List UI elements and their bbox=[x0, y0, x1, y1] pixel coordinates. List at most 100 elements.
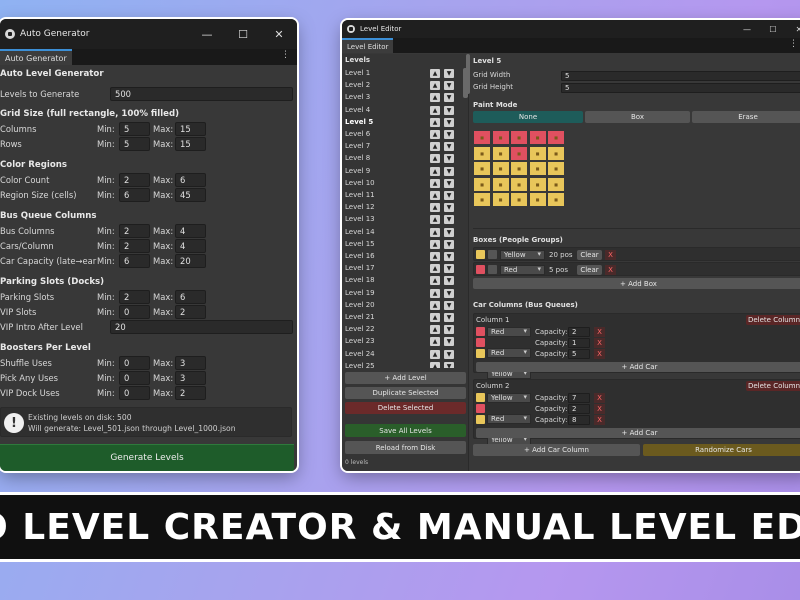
level-list[interactable]: Level 1 ▲ ▼ Level 2 ▲ ▼ Level 3 ▲ ▼ Level 4 ▲ ▼ Leve… bbox=[342, 68, 469, 368]
level-list-item[interactable]: Level 1 ▲ ▼ bbox=[342, 68, 462, 80]
grid-cell[interactable]: ■ bbox=[547, 161, 565, 176]
grid-cell[interactable]: ■ bbox=[473, 161, 491, 176]
remove-car-button[interactable]: X bbox=[594, 415, 605, 425]
panel-scrollbar[interactable] bbox=[466, 54, 470, 94]
level-list-item[interactable]: Level 13 ▲ ▼ bbox=[342, 214, 462, 226]
move-down-icon[interactable]: ▼ bbox=[444, 203, 454, 213]
move-down-icon[interactable]: ▼ bbox=[444, 191, 454, 200]
car-color-swatch[interactable] bbox=[476, 338, 485, 347]
grid-cell[interactable]: ■ bbox=[547, 176, 565, 192]
delete-column-button[interactable]: Delete Column bbox=[746, 381, 800, 391]
car-color-dropdown[interactable]: Red bbox=[487, 348, 531, 358]
level-list-item[interactable]: Level 11 ▲ ▼ bbox=[342, 190, 462, 202]
level-list-item[interactable]: Level 6 ▲ ▼ bbox=[342, 129, 462, 141]
close-icon[interactable]: ✕ bbox=[261, 28, 297, 41]
color-regions-min-field[interactable]: 2 bbox=[119, 173, 150, 187]
move-up-icon[interactable]: ▲ bbox=[430, 191, 440, 200]
grid-cell[interactable]: ■ bbox=[510, 192, 528, 207]
bus-queue-min-field[interactable]: 2 bbox=[119, 224, 150, 238]
move-up-icon[interactable]: ▲ bbox=[430, 313, 440, 322]
move-down-icon[interactable]: ▼ bbox=[444, 288, 454, 298]
move-up-icon[interactable]: ▲ bbox=[430, 178, 440, 188]
add-car-column-button[interactable]: + Add Car Column bbox=[473, 444, 640, 456]
move-down-icon[interactable]: ▼ bbox=[444, 227, 454, 237]
move-down-icon[interactable]: ▼ bbox=[444, 337, 454, 347]
move-down-icon[interactable]: ▼ bbox=[444, 264, 454, 274]
level-list-item[interactable]: Level 14 ▲ ▼ bbox=[342, 227, 462, 239]
move-down-icon[interactable]: ▼ bbox=[444, 313, 454, 322]
grid-cell[interactable]: ■ bbox=[510, 130, 528, 145]
level-list-item[interactable]: Level 4 ▲ ▼ bbox=[342, 105, 462, 117]
car-color-swatch[interactable] bbox=[476, 393, 485, 402]
boosters-max-field[interactable]: 2 bbox=[175, 386, 206, 400]
capacity-field[interactable]: 7 bbox=[568, 393, 590, 403]
boosters-min-field[interactable]: 0 bbox=[119, 386, 150, 400]
move-down-icon[interactable]: ▼ bbox=[444, 154, 454, 164]
level-list-item[interactable]: Level 17 ▲ ▼ bbox=[342, 263, 462, 275]
parking-slots-min-field[interactable]: 0 bbox=[119, 305, 150, 319]
bus-queue-max-field[interactable]: 4 bbox=[175, 224, 206, 238]
level-list-item[interactable]: Level 2 ▲ ▼ bbox=[342, 80, 462, 92]
boosters-max-field[interactable]: 3 bbox=[175, 356, 206, 370]
generate-levels-button[interactable]: Generate Levels bbox=[0, 444, 294, 471]
paint-mode-erase-button[interactable]: Erase bbox=[692, 111, 800, 123]
level-list-item[interactable]: Level 15 ▲ ▼ bbox=[342, 239, 462, 251]
move-down-icon[interactable]: ▼ bbox=[444, 276, 454, 286]
grid-cell[interactable]: ■ bbox=[491, 192, 510, 207]
move-up-icon[interactable]: ▲ bbox=[430, 69, 440, 78]
box-remove-button[interactable]: X bbox=[605, 250, 616, 260]
grid-height-field[interactable]: 5 bbox=[561, 83, 800, 93]
level-list-item[interactable]: Level 20 ▲ ▼ bbox=[342, 300, 462, 312]
box-clear-button[interactable]: Clear bbox=[577, 265, 602, 275]
level-list-item[interactable]: Level 10 ▲ ▼ bbox=[342, 178, 462, 190]
grid-cell[interactable]: ■ bbox=[491, 176, 510, 192]
bus-queue-max-field[interactable]: 4 bbox=[175, 239, 206, 253]
parking-slots-min-field[interactable]: 2 bbox=[119, 290, 150, 304]
boosters-max-field[interactable]: 3 bbox=[175, 371, 206, 385]
grid-cell[interactable]: ■ bbox=[473, 192, 491, 207]
grid-size-min-field[interactable]: 5 bbox=[119, 122, 150, 136]
level-list-item[interactable]: Level 7 ▲ ▼ bbox=[342, 141, 462, 153]
level-list-item[interactable]: Level 24 ▲ ▼ bbox=[342, 349, 462, 361]
move-up-icon[interactable]: ▲ bbox=[430, 93, 440, 103]
box-color-swatch[interactable] bbox=[476, 265, 485, 274]
paint-mode-none-button[interactable]: None bbox=[473, 111, 583, 123]
grid-cell[interactable]: ■ bbox=[491, 145, 510, 161]
move-up-icon[interactable]: ▲ bbox=[430, 215, 440, 225]
move-up-icon[interactable]: ▲ bbox=[430, 300, 440, 310]
remove-car-button[interactable]: X bbox=[594, 393, 605, 403]
move-up-icon[interactable]: ▲ bbox=[430, 349, 440, 359]
move-up-icon[interactable]: ▲ bbox=[430, 239, 440, 249]
maximize-icon[interactable]: ☐ bbox=[760, 25, 786, 34]
level-list-item[interactable]: Level 22 ▲ ▼ bbox=[342, 324, 462, 336]
car-color-dropdown[interactable]: Yellow bbox=[487, 393, 531, 403]
remove-car-button[interactable]: X bbox=[594, 404, 605, 414]
box-color-swatch[interactable] bbox=[476, 250, 485, 259]
level-list-item[interactable]: Level 18 ▲ ▼ bbox=[342, 275, 462, 287]
grid-size-max-field[interactable]: 15 bbox=[175, 137, 206, 151]
bus-queue-max-field[interactable]: 20 bbox=[175, 254, 206, 268]
kebab-menu-icon[interactable]: ⋮ bbox=[789, 39, 798, 49]
level-list-item[interactable]: Level 16 ▲ ▼ bbox=[342, 251, 462, 263]
car-color-dropdown[interactable]: Red bbox=[487, 327, 531, 337]
car-color-dropdown[interactable]: Red bbox=[487, 414, 531, 424]
level-list-item[interactable]: Level 19 ▲ ▼ bbox=[342, 288, 462, 300]
grid-cell[interactable]: ■ bbox=[491, 161, 510, 176]
color-regions-max-field[interactable]: 6 bbox=[175, 173, 206, 187]
level-list-item[interactable]: Level 25 ▲ ▼ bbox=[342, 361, 462, 368]
move-up-icon[interactable]: ▲ bbox=[430, 227, 440, 237]
move-down-icon[interactable]: ▼ bbox=[444, 178, 454, 188]
box-color-picker[interactable] bbox=[488, 250, 497, 259]
move-up-icon[interactable]: ▲ bbox=[430, 264, 440, 274]
paint-grid[interactable]: ■ ■ ■ ■ ■ ■ ■ ■ ■ ■ ■ ■ ■ ■ ■ ■ ■ ■ ■ ■ ■ ■ ■ ■ ■ bbox=[473, 130, 565, 208]
move-up-icon[interactable]: ▲ bbox=[430, 105, 440, 115]
car-color-swatch[interactable] bbox=[476, 415, 485, 424]
level-list-item[interactable]: Level 12 ▲ ▼ bbox=[342, 202, 462, 214]
box-remove-button[interactable]: X bbox=[605, 265, 616, 275]
tab-level-editor[interactable]: Level Editor bbox=[342, 38, 394, 53]
move-up-icon[interactable]: ▲ bbox=[430, 117, 440, 127]
move-up-icon[interactable]: ▲ bbox=[430, 288, 440, 298]
move-down-icon[interactable]: ▼ bbox=[444, 69, 454, 78]
grid-cell[interactable]: ■ bbox=[528, 161, 547, 176]
move-down-icon[interactable]: ▼ bbox=[444, 93, 454, 103]
